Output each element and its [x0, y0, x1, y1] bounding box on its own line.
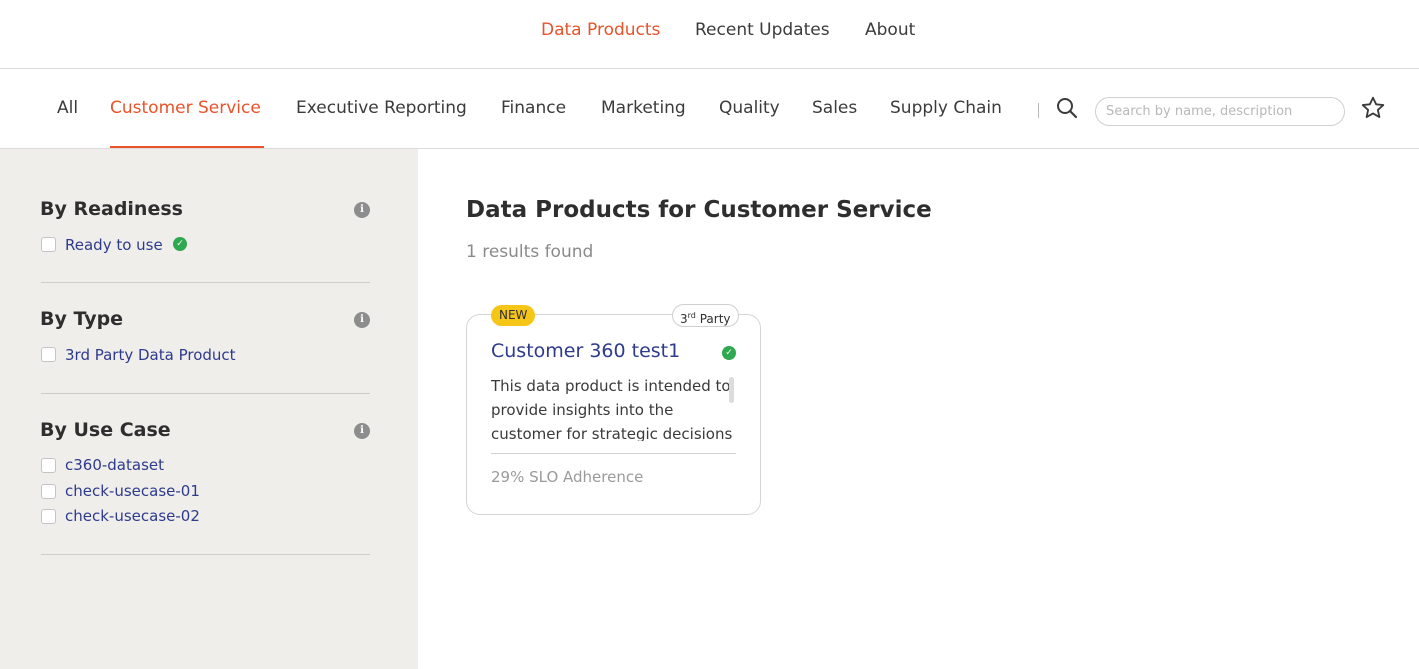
- third-party-badge-number: 3: [680, 312, 688, 326]
- checkbox-check-usecase-02[interactable]: [41, 509, 56, 524]
- info-icon[interactable]: i: [354, 423, 370, 439]
- tab-executive-reporting[interactable]: Executive Reporting: [296, 97, 467, 119]
- check-circle-icon: ✓: [173, 237, 187, 251]
- info-icon[interactable]: i: [354, 202, 370, 218]
- filter-divider: [41, 393, 370, 394]
- tab-marketing[interactable]: Marketing: [601, 97, 686, 119]
- checkbox-c360-dataset[interactable]: [41, 458, 56, 473]
- tab-customer-service[interactable]: Customer Service: [110, 97, 261, 119]
- third-party-badge: 3rd Party: [672, 304, 739, 327]
- description-scrollbar[interactable]: [729, 377, 734, 403]
- tab-divider: [1038, 103, 1039, 118]
- filter-divider: [41, 282, 370, 283]
- filter-title-type: By Type: [40, 308, 124, 330]
- nav-data-products[interactable]: Data Products: [541, 19, 660, 41]
- option-c360-dataset[interactable]: c360-dataset: [65, 455, 164, 475]
- card-description: This data product is intended to provide…: [491, 377, 733, 441]
- card-title[interactable]: Customer 360 test1: [491, 340, 680, 362]
- tab-quality[interactable]: Quality: [719, 97, 780, 119]
- third-party-badge-text: Party: [699, 312, 731, 326]
- option-3rd-party-data-product[interactable]: 3rd Party Data Product: [65, 345, 236, 365]
- nav-recent-updates[interactable]: Recent Updates: [695, 19, 830, 41]
- tab-finance[interactable]: Finance: [501, 97, 566, 119]
- top-navigation: Data Products Recent Updates About: [0, 0, 1419, 69]
- filter-title-use-case: By Use Case: [40, 419, 171, 441]
- third-party-badge-suffix: rd: [687, 311, 696, 320]
- option-ready-to-use[interactable]: Ready to use: [65, 235, 163, 255]
- new-badge: NEW: [491, 305, 536, 326]
- search-input[interactable]: [1095, 97, 1345, 126]
- filter-sidebar: By Readiness i Ready to use ✓ By Type i …: [0, 149, 418, 669]
- active-tab-indicator: [110, 146, 264, 148]
- card-divider: [491, 453, 736, 454]
- option-check-usecase-02[interactable]: check-usecase-02: [65, 506, 200, 526]
- tab-all[interactable]: All: [57, 97, 78, 119]
- filter-divider: [41, 554, 370, 555]
- tab-sales[interactable]: Sales: [812, 97, 857, 119]
- checkbox-check-usecase-01[interactable]: [41, 484, 56, 499]
- search-icon[interactable]: [1056, 97, 1078, 119]
- checkbox-ready-to-use[interactable]: [41, 237, 56, 252]
- category-tab-bar: All Customer Service Executive Reporting…: [0, 69, 1419, 149]
- info-icon[interactable]: i: [354, 312, 370, 328]
- filter-title-readiness: By Readiness: [40, 198, 183, 220]
- nav-about[interactable]: About: [865, 19, 915, 41]
- option-check-usecase-01[interactable]: check-usecase-01: [65, 481, 200, 501]
- check-circle-icon: ✓: [722, 346, 736, 360]
- star-icon[interactable]: [1360, 95, 1386, 121]
- page-title: Data Products for Customer Service: [466, 197, 932, 223]
- results-count: 1 results found: [466, 242, 594, 262]
- checkbox-3rd-party[interactable]: [41, 347, 56, 362]
- slo-adherence: 29% SLO Adherence: [491, 468, 644, 486]
- tab-supply-chain[interactable]: Supply Chain: [890, 97, 1002, 119]
